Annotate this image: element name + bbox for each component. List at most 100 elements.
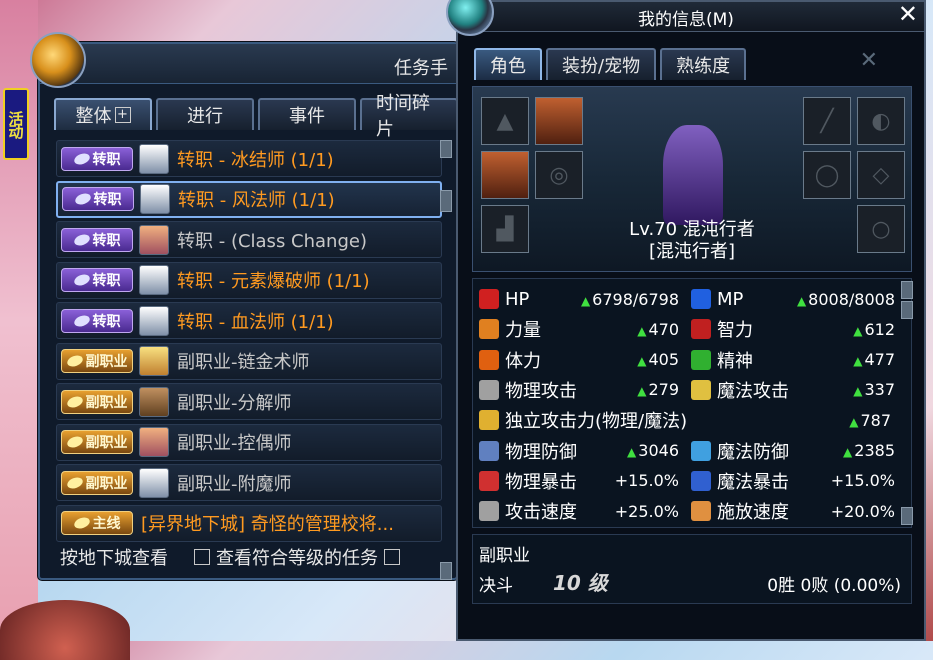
stat-value: ▲ 405 bbox=[637, 350, 679, 369]
stat-value-text: 2385 bbox=[854, 441, 895, 460]
quest-title: 任务手 bbox=[394, 58, 448, 79]
stat-value-text: 8008/8008 bbox=[808, 289, 895, 309]
tab-proficiency[interactable]: 熟练度 bbox=[660, 48, 747, 80]
quest-row[interactable]: 转职 转职 - 冰结师 (1/1) bbox=[56, 140, 442, 177]
stats-scroll-up-icon[interactable] bbox=[901, 281, 913, 299]
stat-value-text: 337 bbox=[864, 380, 895, 400]
stat-row: 物理防御 ▲ 3046 bbox=[479, 437, 679, 465]
increase-icon: ▲ bbox=[627, 445, 637, 459]
stat-icon bbox=[691, 349, 711, 370]
tab-all[interactable]: 整体 + bbox=[54, 98, 152, 130]
stats-scroll-thumb[interactable] bbox=[901, 301, 913, 319]
sub-badge: 副职业 bbox=[61, 389, 133, 414]
badge-gem-icon bbox=[72, 313, 91, 328]
stat-icon bbox=[691, 501, 711, 522]
equip-slot-title[interactable]: ◐ bbox=[857, 97, 905, 145]
stat-icon bbox=[479, 501, 499, 522]
equip-slot-belt[interactable]: ◎ bbox=[535, 151, 583, 199]
quest-name: 转职 - 血法师 (1/1) bbox=[177, 311, 334, 333]
scroll-up-icon[interactable] bbox=[440, 140, 452, 158]
close-icon[interactable]: ✕ bbox=[898, 0, 918, 28]
quest-name: [异界地下城] 奇怪的管理校将... bbox=[141, 514, 394, 535]
scroll-down-icon[interactable] bbox=[440, 562, 452, 580]
quest-name: 转职 - 元素爆破师 (1/1) bbox=[177, 271, 370, 292]
quest-row[interactable]: 转职 转职 - 元素爆破师 (1/1) bbox=[56, 261, 442, 299]
increase-icon: ▲ bbox=[849, 414, 859, 429]
equip-slot-top[interactable] bbox=[535, 97, 583, 145]
equip-slot-bottom[interactable] bbox=[481, 151, 529, 199]
tab-avatar-pet[interactable]: 装扮/宠物 bbox=[546, 48, 657, 80]
quest-row[interactable]: 转职 转职 - 血法师 (1/1) bbox=[56, 302, 442, 339]
badge-gem-icon bbox=[65, 434, 84, 450]
quest-row[interactable]: 转职 转职 - (Class Change) bbox=[56, 221, 442, 258]
stat-label: 物理防御 bbox=[505, 441, 577, 463]
badge-gem-icon bbox=[72, 272, 91, 288]
level-filter-label: 查看符合等级的任务 bbox=[216, 548, 378, 569]
extra-checkbox[interactable] bbox=[384, 549, 400, 565]
job-badge: 转职 bbox=[61, 308, 133, 333]
quest-row[interactable]: 主线 [异界地下城] 奇怪的管理校将... bbox=[56, 504, 442, 542]
badge-gem-icon bbox=[72, 232, 91, 247]
quest-row[interactable]: 转职 转职 - 风法师 (1/1) bbox=[56, 180, 442, 218]
quest-header: 任务手 bbox=[40, 44, 456, 84]
quest-tabs: 整体 + 进行 事件 时间碎片 bbox=[54, 93, 458, 140]
character-level-info: Lv.70 混沌行者 [混沌行者] bbox=[473, 219, 911, 263]
npc-portrait bbox=[139, 305, 169, 336]
increase-icon: ▲ bbox=[853, 354, 863, 369]
quest-row[interactable]: 副职业 副职业-控偶师 bbox=[56, 423, 442, 461]
npc-portrait bbox=[139, 346, 169, 376]
equip-slot-weapon[interactable]: ╱ bbox=[803, 97, 851, 145]
tab-character[interactable]: 角色 bbox=[474, 48, 542, 80]
stat-value: +25.0% bbox=[615, 502, 679, 521]
quest-row[interactable]: 副职业 副职业-附魔师 bbox=[56, 464, 442, 501]
equipment-area: ▲ ◎ ▟ ╱ ◐ ◯ ◇ ○ Lv.70 混沌行者 [混沌行者] bbox=[472, 86, 912, 272]
stat-icon bbox=[691, 440, 711, 461]
quest-name: 副职业-分解师 bbox=[177, 392, 292, 414]
quest-scrollbar[interactable] bbox=[440, 140, 452, 580]
quest-list: 转职 转职 - 冰结师 (1/1) 转职 转职 - 风法师 (1/1) 转职 转职 - (… bbox=[56, 140, 442, 545]
tab-events[interactable]: 事件 bbox=[258, 98, 356, 130]
badge-gem-icon bbox=[72, 515, 91, 531]
stat-row: 精神 ▲ 477 bbox=[691, 346, 895, 374]
stat-value: ▲ 470 bbox=[637, 320, 679, 339]
level-filter-checkbox[interactable] bbox=[194, 549, 210, 565]
stat-label: 魔法暴击 bbox=[717, 471, 789, 493]
stat-icon bbox=[479, 349, 499, 370]
stat-value-text: 477 bbox=[864, 350, 895, 370]
stat-value: ▲ 2385 bbox=[843, 441, 895, 460]
by-dungeon-view-label[interactable]: 按地下城查看 bbox=[60, 544, 168, 570]
stats-scroll-down-icon[interactable] bbox=[901, 507, 913, 525]
npc-portrait bbox=[140, 184, 170, 214]
quest-row[interactable]: 副职业 副职业-链金术师 bbox=[56, 342, 442, 380]
increase-icon: ▲ bbox=[637, 323, 647, 338]
stat-row: 独立攻击力(物理/魔法) ▲ 787 bbox=[479, 406, 891, 434]
equip-slot-necklace[interactable]: ◇ bbox=[857, 151, 905, 199]
character-avatar bbox=[663, 125, 723, 225]
tab-time-fragments[interactable]: 时间碎片 bbox=[360, 93, 458, 140]
stat-value-text: 405 bbox=[648, 350, 679, 370]
quest-row[interactable]: 副职业 副职业-分解师 bbox=[56, 383, 442, 420]
char-title: 我的信息(M) bbox=[638, 10, 734, 30]
activity-button[interactable]: 活动 bbox=[3, 88, 29, 160]
character-class: [混沌行者] bbox=[648, 241, 736, 262]
tab-in-progress[interactable]: 进行 bbox=[156, 98, 254, 130]
badge-gem-icon bbox=[72, 151, 91, 166]
bg-bottom-orb bbox=[0, 600, 130, 660]
equip-slot-bracelet[interactable]: ◯ bbox=[803, 151, 851, 199]
increase-icon: ▲ bbox=[853, 323, 863, 338]
stat-value: ▲ 6798/6798 bbox=[581, 290, 679, 309]
stat-label: 体力 bbox=[505, 350, 541, 372]
stat-label: 魔法攻击 bbox=[717, 380, 789, 402]
equip-slot-shoulder[interactable]: ▲ bbox=[481, 97, 529, 145]
panel-close-icon[interactable]: ✕ bbox=[860, 48, 878, 73]
stat-label: 智力 bbox=[717, 320, 753, 342]
duel-label: 决斗 bbox=[479, 576, 513, 596]
scroll-thumb[interactable] bbox=[440, 190, 452, 212]
stat-value-text: +15.0% bbox=[830, 471, 895, 491]
sub-badge: 副职业 bbox=[61, 470, 133, 495]
badge-label: 副职业 bbox=[85, 475, 128, 492]
stat-value-text: 3046 bbox=[638, 441, 679, 460]
stat-label: 独立攻击力(物理/魔法) bbox=[505, 411, 688, 433]
tab-events-label: 事件 bbox=[289, 106, 325, 127]
stat-icon bbox=[691, 379, 711, 400]
